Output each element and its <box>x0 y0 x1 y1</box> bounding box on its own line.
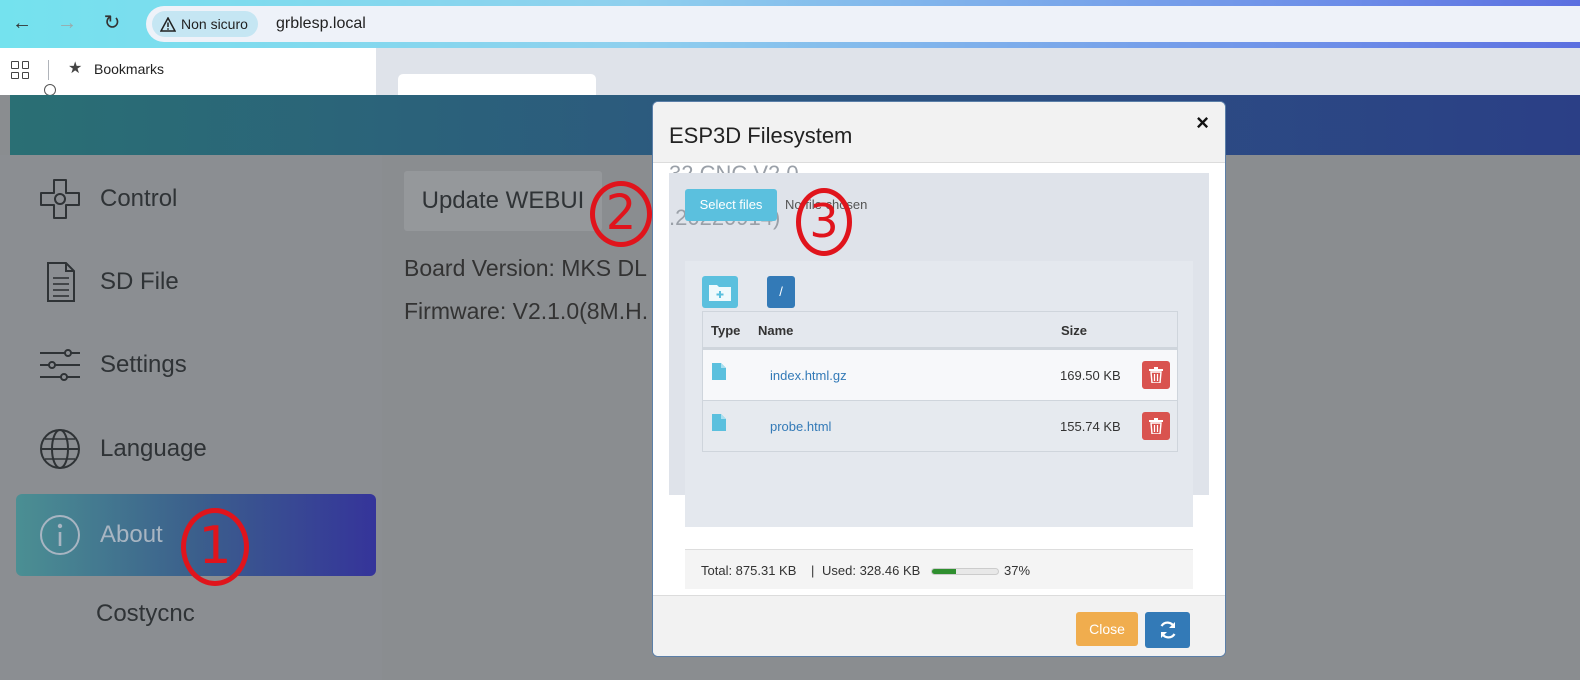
file-size: 155.74 KB <box>1060 419 1121 434</box>
address-bar[interactable]: Non sicuro grblesp.local <box>146 6 1580 42</box>
trash-icon <box>1149 418 1163 434</box>
file-table: Type Name Size index.html.gz 169.50 KB p… <box>702 311 1178 452</box>
sidebar-item-label: Language <box>100 435 207 462</box>
table-row: probe.html 155.74 KB <box>703 400 1177 451</box>
update-webui-button[interactable]: Update WEBUI <box>404 171 602 231</box>
file-icon <box>712 414 726 431</box>
filesystem-modal: ESP3D Filesystem × 32 CNC V2.0 .20220914… <box>652 101 1226 657</box>
bookmarks-left: ★ Bookmarks <box>0 48 376 96</box>
browser-toolbar: ← → ↻ Non sicuro grblesp.local <box>0 0 1580 48</box>
page: ← → ↻ Non sicuro grblesp.local ★ Bookmar… <box>0 0 1580 680</box>
path-root-button[interactable]: / <box>767 276 795 308</box>
used-storage: Used: 328.46 KB <box>822 563 921 578</box>
forward-icon[interactable]: → <box>54 10 80 36</box>
file-icon <box>712 363 726 380</box>
file-name-link[interactable]: index.html.gz <box>770 368 847 383</box>
firmware-text: Firmware: V2.1.0(8M.H. <box>404 298 649 324</box>
board-version-text: Board Version: MKS DL <box>404 255 647 281</box>
table-row: index.html.gz 169.50 KB <box>703 349 1177 400</box>
modal-footer: Close <box>653 595 1225 656</box>
sidebar-item-label: Control <box>100 185 178 212</box>
sidebar-item-control[interactable]: Control <box>16 158 376 240</box>
file-size: 169.50 KB <box>1060 368 1121 383</box>
modal-title: ESP3D Filesystem <box>669 123 853 148</box>
close-icon[interactable]: × <box>1196 110 1209 136</box>
reload-icon[interactable]: ↻ <box>99 10 125 36</box>
security-chip[interactable]: Non sicuro <box>152 11 258 37</box>
bookmarks-bar: ★ Bookmarks <box>0 48 1580 96</box>
storage-footer: Total: 875.31 KB | Used: 328.46 KB 37% <box>685 549 1193 589</box>
close-button[interactable]: Close <box>1076 612 1138 646</box>
sidebar-item-label: About <box>100 521 163 548</box>
bookmarks-link[interactable]: Bookmarks <box>94 61 164 77</box>
star-icon: ★ <box>68 60 83 77</box>
type-header: Type <box>711 323 741 338</box>
sidebar-item-label: SD File <box>100 268 179 295</box>
separator: | <box>811 563 815 578</box>
usage-percent: 37% <box>1004 563 1031 578</box>
warning-icon <box>160 16 176 32</box>
total-storage: Total: 875.31 KB <box>701 563 797 578</box>
apps-grid-icon[interactable] <box>11 61 29 79</box>
dpad-icon <box>38 177 82 221</box>
delete-button[interactable] <box>1142 412 1170 440</box>
sliders-icon <box>38 343 82 387</box>
name-header: Name <box>758 323 794 338</box>
info-icon <box>38 513 82 557</box>
select-files-button[interactable]: Select files <box>685 189 777 221</box>
sidebar-item-language[interactable]: Language <box>16 408 376 490</box>
annotation-circle: 1 <box>181 508 249 586</box>
refresh-button[interactable] <box>1145 612 1190 648</box>
create-folder-button[interactable] <box>702 276 738 308</box>
usage-progress-fill <box>932 569 957 574</box>
page-tab <box>398 74 596 95</box>
document-icon <box>38 260 82 304</box>
url-text[interactable]: grblesp.local <box>276 15 366 33</box>
sidebar-item-sd-file[interactable]: SD File <box>16 241 376 323</box>
sidebar-item-label: Settings <box>100 351 187 378</box>
bookmarks-divider <box>48 60 49 80</box>
modal-body: 32 CNC V2.0 .20220914) Select files No f… <box>653 161 1225 626</box>
globe-icon <box>38 427 82 471</box>
filesystem-panel: / Type Name Size index.html.gz 169.50 KB <box>685 261 1193 527</box>
table-header: Type Name Size <box>703 312 1177 349</box>
security-label: Non sicuro <box>181 16 248 32</box>
annotation-circle: 2 <box>590 181 652 247</box>
annotation-circle: 3 <box>796 188 852 256</box>
sidebar-item-settings[interactable]: Settings <box>16 324 376 406</box>
delete-button[interactable] <box>1142 361 1170 389</box>
usage-progress-bar <box>931 568 999 575</box>
back-icon[interactable]: ← <box>9 10 35 36</box>
modal-header: ESP3D Filesystem × <box>653 102 1225 163</box>
refresh-icon <box>1160 621 1175 639</box>
folder-plus-icon <box>709 285 731 301</box>
trash-icon <box>1149 367 1163 383</box>
sidebar-footer-label: Costycnc <box>96 600 195 627</box>
size-header: Size <box>1061 323 1088 338</box>
file-name-link[interactable]: probe.html <box>770 419 831 434</box>
